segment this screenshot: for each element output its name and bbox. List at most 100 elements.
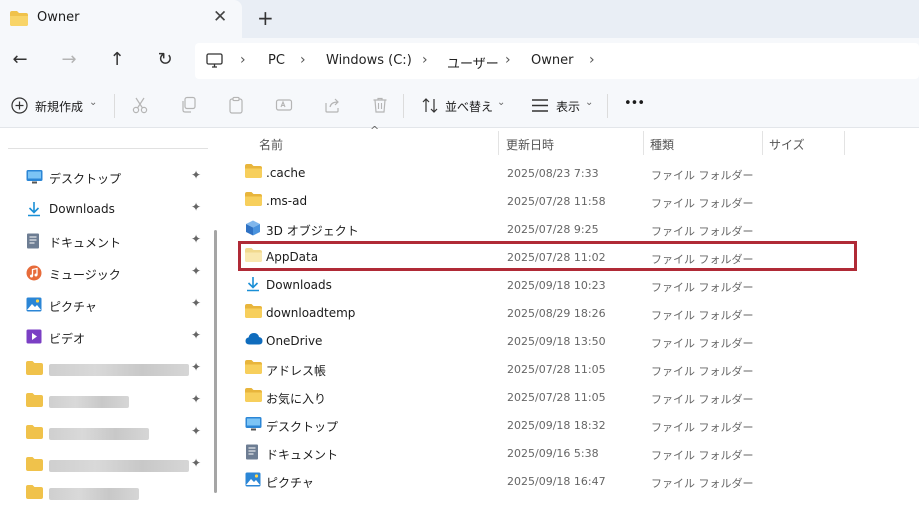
new-tab-button[interactable]: +	[257, 6, 274, 30]
view-icon[interactable]	[532, 99, 548, 112]
sidebar-item-documents[interactable]: ドキュメント ✦	[26, 231, 216, 253]
sidebar-item-blurred[interactable]: ✦	[26, 391, 216, 413]
copy-icon[interactable]	[180, 96, 198, 114]
column-divider[interactable]	[844, 131, 845, 155]
pin-icon[interactable]: ✦	[191, 168, 201, 182]
tab-title: Owner	[37, 10, 80, 25]
file-type: ファイル フォルダー	[651, 337, 754, 350]
column-header-date[interactable]: 更新日時	[506, 136, 554, 153]
delete-icon[interactable]	[371, 96, 389, 114]
rename-icon[interactable]	[275, 96, 293, 114]
share-icon[interactable]	[323, 96, 341, 114]
breadcrumb-owner[interactable]: Owner	[531, 53, 573, 68]
paste-icon[interactable]	[227, 96, 245, 114]
column-header-size[interactable]: サイズ	[769, 136, 805, 153]
pin-icon[interactable]: ✦	[191, 392, 201, 406]
breadcrumb-separator[interactable]: ›	[589, 52, 595, 68]
sidebar-item-pictures[interactable]: ピクチャ ✦	[26, 295, 216, 317]
sidebar-item-videos[interactable]: ビデオ ✦	[26, 327, 216, 349]
download-icon	[247, 277, 259, 292]
file-name: お気に入り	[266, 392, 327, 406]
highlight-box-appdata	[238, 241, 857, 271]
file-type: ファイル フォルダー	[651, 309, 754, 322]
file-row[interactable]: アドレス帳 2025/07/28 11:05 ファイル フォルダー	[239, 356, 857, 382]
breadcrumb-separator[interactable]: ›	[422, 52, 428, 68]
file-row[interactable]: 3D オブジェクト 2025/07/28 9:25 ファイル フォルダー	[239, 216, 857, 242]
breadcrumb-separator[interactable]: ›	[300, 52, 306, 68]
pin-icon[interactable]: ✦	[191, 200, 201, 214]
pin-icon[interactable]: ✦	[191, 232, 201, 246]
file-row[interactable]: デスクトップ 2025/09/18 18:32 ファイル フォルダー	[239, 412, 857, 438]
pin-icon[interactable]: ✦	[191, 456, 201, 470]
file-row[interactable]: OneDrive 2025/09/18 13:50 ファイル フォルダー	[239, 328, 857, 354]
file-row[interactable]: .cache 2025/08/23 7:33 ファイル フォルダー	[239, 160, 857, 186]
view-button[interactable]: 表示	[556, 98, 580, 115]
more-options-icon[interactable]: •••	[624, 96, 645, 111]
new-plus-icon[interactable]	[11, 97, 28, 114]
3d-objects-icon	[246, 220, 260, 236]
breadcrumb-pc[interactable]: PC	[268, 53, 285, 68]
download-icon	[28, 202, 40, 217]
sidebar-item-downloads[interactable]: Downloads ✦	[26, 199, 216, 221]
cut-icon[interactable]	[131, 96, 149, 114]
back-button[interactable]: ←	[8, 48, 32, 72]
sort-button[interactable]: 並べ替え	[445, 98, 493, 115]
pin-icon[interactable]: ✦	[191, 264, 201, 278]
file-date: 2025/08/23 7:33	[507, 167, 599, 180]
file-row[interactable]: ドキュメント 2025/09/16 5:38 ファイル フォルダー	[239, 440, 857, 466]
chevron-down-icon[interactable]: ⌄	[89, 97, 97, 108]
forward-button[interactable]: →	[57, 48, 81, 72]
file-date: 2025/08/29 18:26	[507, 307, 606, 320]
video-icon	[26, 329, 42, 344]
breadcrumb-users[interactable]: ユーザー	[447, 53, 499, 72]
file-name: アドレス帳	[266, 364, 327, 378]
new-button[interactable]: 新規作成	[35, 98, 83, 115]
pin-icon[interactable]: ✦	[191, 360, 201, 374]
address-bar[interactable]: › PC › Windows (C:) › ユーザー › Owner ›	[195, 43, 919, 79]
file-row[interactable]: downloadtemp 2025/08/29 18:26 ファイル フォルダー	[239, 300, 857, 326]
file-type: ファイル フォルダー	[651, 449, 754, 462]
sidebar-scrollbar[interactable]	[214, 230, 217, 493]
file-row[interactable]: Downloads 2025/09/18 10:23 ファイル フォルダー	[239, 272, 857, 298]
sidebar-item-desktop[interactable]: デスクトップ ✦	[26, 167, 216, 189]
sort-icon[interactable]	[421, 97, 439, 114]
file-type: ファイル フォルダー	[651, 197, 754, 210]
redacted-label	[49, 396, 129, 408]
file-type: ファイル フォルダー	[651, 365, 754, 378]
folder-icon	[245, 388, 262, 402]
tab-owner[interactable]: Owner ✕	[0, 0, 242, 38]
column-header-name[interactable]: 名前	[259, 136, 283, 153]
column-divider[interactable]	[762, 131, 763, 155]
file-name: 3D オブジェクト	[266, 224, 359, 238]
sidebar-item-blurred[interactable]: ✦	[26, 359, 216, 381]
file-type: ファイル フォルダー	[651, 393, 754, 406]
column-divider[interactable]	[643, 131, 644, 155]
file-type: ファイル フォルダー	[651, 225, 754, 238]
chevron-down-icon[interactable]: ⌄	[497, 97, 505, 108]
chevron-down-icon[interactable]: ⌄	[585, 97, 593, 108]
column-header-type[interactable]: 種類	[650, 136, 674, 153]
redacted-label	[49, 460, 189, 472]
pin-icon[interactable]: ✦	[191, 328, 201, 342]
refresh-button[interactable]: ↻	[153, 48, 177, 72]
file-row[interactable]: お気に入り 2025/07/28 11:05 ファイル フォルダー	[239, 384, 857, 410]
pc-icon[interactable]	[206, 53, 223, 68]
file-type: ファイル フォルダー	[651, 281, 754, 294]
breadcrumb-separator[interactable]: ›	[505, 52, 511, 68]
pin-icon[interactable]: ✦	[191, 424, 201, 438]
sidebar-item-blurred[interactable]	[26, 483, 216, 505]
sidebar-item-blurred[interactable]: ✦	[26, 455, 216, 477]
breadcrumb-separator[interactable]: ›	[240, 52, 246, 68]
file-row[interactable]: ピクチャ 2025/09/18 16:47 ファイル フォルダー	[239, 468, 857, 494]
file-row[interactable]: .ms-ad 2025/07/28 11:58 ファイル フォルダー	[239, 188, 857, 214]
close-tab-icon[interactable]: ✕	[213, 7, 227, 27]
breadcrumb-windows-c[interactable]: Windows (C:)	[326, 53, 412, 68]
column-divider[interactable]	[498, 131, 499, 155]
up-button[interactable]: ↑	[105, 48, 129, 72]
folder-icon	[26, 361, 43, 375]
file-date: 2025/09/16 5:38	[507, 447, 599, 460]
sidebar-item-music[interactable]: ミュージック ✦	[26, 263, 216, 285]
pin-icon[interactable]: ✦	[191, 296, 201, 310]
sidebar-item-blurred[interactable]: ✦	[26, 423, 216, 445]
file-date: 2025/09/18 10:23	[507, 279, 606, 292]
